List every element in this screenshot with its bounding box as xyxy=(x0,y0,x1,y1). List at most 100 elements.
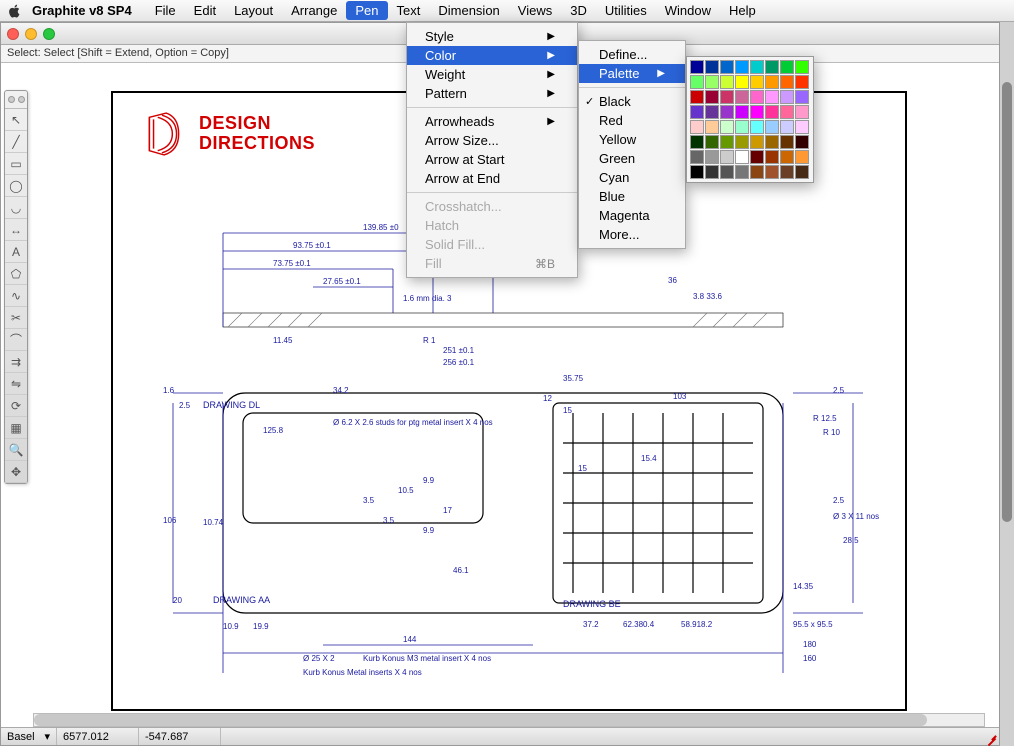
swatch[interactable] xyxy=(735,150,749,164)
swatch[interactable] xyxy=(690,135,704,149)
swatch[interactable] xyxy=(780,165,794,179)
swatch[interactable] xyxy=(750,60,764,74)
swatch[interactable] xyxy=(690,165,704,179)
swatch[interactable] xyxy=(750,135,764,149)
swatch[interactable] xyxy=(795,165,809,179)
swatch[interactable] xyxy=(735,90,749,104)
pen-arrow-at-start[interactable]: Arrow at Start xyxy=(407,150,577,169)
swatch[interactable] xyxy=(780,135,794,149)
swatch[interactable] xyxy=(765,75,779,89)
tool-offset[interactable]: ⇉ xyxy=(5,351,27,373)
tool-text[interactable]: A xyxy=(5,241,27,263)
swatch[interactable] xyxy=(765,135,779,149)
menu-dimension[interactable]: Dimension xyxy=(429,1,508,20)
tool-hatch[interactable]: ▦ xyxy=(5,417,27,439)
swatch[interactable] xyxy=(705,135,719,149)
swatch[interactable] xyxy=(720,135,734,149)
tool-arrow[interactable]: ↖ xyxy=(5,109,27,131)
swatch[interactable] xyxy=(795,135,809,149)
tool-rotate[interactable]: ⟳ xyxy=(5,395,27,417)
color-option-red[interactable]: Red xyxy=(579,111,685,130)
swatch[interactable] xyxy=(690,60,704,74)
swatch[interactable] xyxy=(765,60,779,74)
swatch[interactable] xyxy=(780,75,794,89)
color-option-blue[interactable]: Blue xyxy=(579,187,685,206)
swatch[interactable] xyxy=(795,150,809,164)
swatch[interactable] xyxy=(705,60,719,74)
zoom-button[interactable] xyxy=(43,28,55,40)
swatch[interactable] xyxy=(765,150,779,164)
menu-arrange[interactable]: Arrange xyxy=(282,1,346,20)
palette-header[interactable] xyxy=(5,91,27,109)
color-option-more[interactable]: More... xyxy=(579,225,685,244)
tool-line[interactable]: ╱ xyxy=(5,131,27,153)
tool-mirror[interactable]: ⇋ xyxy=(5,373,27,395)
color-option-magenta[interactable]: Magenta xyxy=(579,206,685,225)
swatch[interactable] xyxy=(690,150,704,164)
swatch[interactable] xyxy=(720,150,734,164)
swatch[interactable] xyxy=(795,90,809,104)
color-option-green[interactable]: Green xyxy=(579,149,685,168)
pen-arrowheads[interactable]: Arrowheads▶ xyxy=(407,112,577,131)
swatch[interactable] xyxy=(780,90,794,104)
swatch[interactable] xyxy=(780,150,794,164)
pen-style[interactable]: Style▶ xyxy=(407,27,577,46)
swatch[interactable] xyxy=(735,60,749,74)
close-button[interactable] xyxy=(7,28,19,40)
swatch[interactable] xyxy=(795,120,809,134)
swatch[interactable] xyxy=(735,105,749,119)
tool-spline[interactable]: ∿ xyxy=(5,285,27,307)
swatch[interactable] xyxy=(720,165,734,179)
swatch[interactable] xyxy=(780,120,794,134)
swatch[interactable] xyxy=(795,75,809,89)
menu-window[interactable]: Window xyxy=(656,1,720,20)
menu-views[interactable]: Views xyxy=(509,1,561,20)
swatch[interactable] xyxy=(705,120,719,134)
menu-3d[interactable]: 3D xyxy=(561,1,596,20)
minimize-button[interactable] xyxy=(25,28,37,40)
tool-circle[interactable]: ◯ xyxy=(5,175,27,197)
pen-arrow-at-end[interactable]: Arrow at End xyxy=(407,169,577,188)
pen-weight[interactable]: Weight▶ xyxy=(407,65,577,84)
outer-scrollbar[interactable] xyxy=(1000,22,1014,746)
swatch[interactable] xyxy=(720,120,734,134)
swatch[interactable] xyxy=(795,105,809,119)
menu-help[interactable]: Help xyxy=(720,1,765,20)
swatch[interactable] xyxy=(705,165,719,179)
swatch[interactable] xyxy=(765,105,779,119)
menu-file[interactable]: File xyxy=(146,1,185,20)
swatch[interactable] xyxy=(690,120,704,134)
swatch[interactable] xyxy=(765,120,779,134)
swatch[interactable] xyxy=(750,120,764,134)
color-option-yellow[interactable]: Yellow xyxy=(579,130,685,149)
swatch[interactable] xyxy=(705,75,719,89)
horizontal-scrollbar[interactable] xyxy=(33,713,985,727)
tool-rect[interactable]: ▭ xyxy=(5,153,27,175)
swatch[interactable] xyxy=(750,75,764,89)
swatch[interactable] xyxy=(795,60,809,74)
swatch[interactable] xyxy=(735,165,749,179)
swatch[interactable] xyxy=(750,165,764,179)
menu-edit[interactable]: Edit xyxy=(185,1,225,20)
menu-layout[interactable]: Layout xyxy=(225,1,282,20)
swatch[interactable] xyxy=(690,90,704,104)
menu-pen[interactable]: Pen xyxy=(346,1,387,20)
swatch[interactable] xyxy=(705,105,719,119)
tool-palette[interactable]: ↖╱▭◯◡↔A⬠∿✂⌒⇉⇋⟳▦🔍✥ xyxy=(4,90,28,484)
swatch[interactable] xyxy=(690,75,704,89)
tool-trim[interactable]: ✂ xyxy=(5,307,27,329)
swatch[interactable] xyxy=(765,90,779,104)
tool-pan[interactable]: ✥ xyxy=(5,461,27,483)
color-option-cyan[interactable]: Cyan xyxy=(579,168,685,187)
tool-poly[interactable]: ⬠ xyxy=(5,263,27,285)
tool-zoom[interactable]: 🔍 xyxy=(5,439,27,461)
pen-pattern[interactable]: Pattern▶ xyxy=(407,84,577,103)
swatch[interactable] xyxy=(720,105,734,119)
swatch[interactable] xyxy=(690,105,704,119)
color-define[interactable]: Define... xyxy=(579,45,685,64)
swatch[interactable] xyxy=(720,90,734,104)
swatch[interactable] xyxy=(735,120,749,134)
swatch[interactable] xyxy=(750,150,764,164)
swatch[interactable] xyxy=(750,90,764,104)
color-palette[interactable]: Palette▶ xyxy=(579,64,685,83)
